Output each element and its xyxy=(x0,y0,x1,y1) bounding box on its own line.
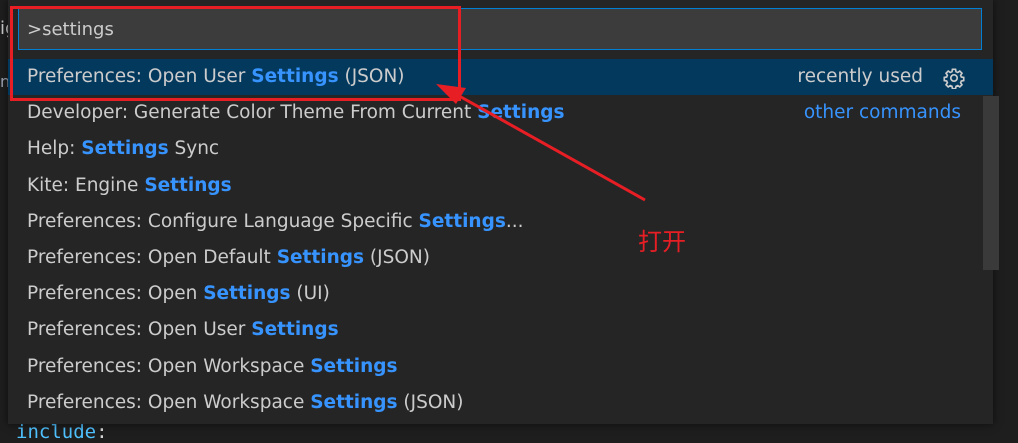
command-label: Preferences: Open User Settings xyxy=(27,312,339,348)
command-label-prefix: Developer: Generate Color Theme From Cur… xyxy=(27,102,478,124)
command-palette: Preferences: Open User Settings (JSON) r… xyxy=(8,0,999,424)
recently-used-label: recently used xyxy=(797,66,923,87)
command-label: Preferences: Configure Language Specific… xyxy=(27,204,524,240)
command-label-match: Settings xyxy=(310,355,398,377)
command-item[interactable]: Kite: Engine Settings xyxy=(8,168,993,204)
command-label: Help: Settings Sync xyxy=(27,131,219,167)
command-label-match: Settings xyxy=(81,138,169,160)
command-label: Preferences: Open Default Settings (JSON… xyxy=(27,240,430,276)
command-label-suffix: (JSON) xyxy=(397,391,464,413)
command-label: Preferences: Open Settings (UI) xyxy=(27,276,330,312)
command-palette-input[interactable] xyxy=(19,9,981,49)
command-label-prefix: Preferences: Open Workspace xyxy=(27,391,311,413)
command-item[interactable]: Preferences: Open Workspace Settings xyxy=(8,349,993,385)
command-label-prefix: Preferences: Configure Language Specific xyxy=(27,210,419,232)
code-line[interactable]: include: xyxy=(16,421,108,443)
command-label-match: Settings xyxy=(276,246,365,268)
other-commands-label: other commands xyxy=(803,102,961,124)
command-label-match: Settings xyxy=(203,283,291,305)
command-label-prefix: Kite: Engine xyxy=(27,174,145,196)
command-label-prefix: Preferences: Open Workspace xyxy=(27,355,311,377)
gear-icon[interactable] xyxy=(943,67,965,89)
command-item[interactable]: Preferences: Open User Settings xyxy=(8,312,993,348)
command-item[interactable]: Preferences: Open User Settings (JSON) r… xyxy=(8,59,993,96)
command-label-prefix: Help: xyxy=(27,138,82,160)
command-label: Developer: Generate Color Theme From Cur… xyxy=(27,95,565,131)
command-label: Preferences: Open Workspace Settings (JS… xyxy=(27,385,463,421)
command-label-match: Settings xyxy=(251,66,339,87)
command-item[interactable]: Developer: Generate Color Theme From Cur… xyxy=(8,95,993,131)
command-label-suffix: Sync xyxy=(168,138,220,160)
command-label-suffix: ... xyxy=(505,210,524,232)
annotation-label: 打开 xyxy=(638,228,686,256)
scrollbar-thumb[interactable] xyxy=(983,96,999,270)
command-item[interactable]: Preferences: Open Workspace Settings (JS… xyxy=(8,385,993,421)
command-label-match: Settings xyxy=(477,102,565,124)
command-item[interactable]: Preferences: Configure Language Specific… xyxy=(8,204,993,240)
command-item[interactable]: Help: Settings Sync xyxy=(8,131,993,167)
command-label-prefix: Preferences: Open xyxy=(27,283,204,305)
command-label-prefix: Preferences: Open Default xyxy=(27,246,277,268)
command-label-match: Settings xyxy=(251,319,339,341)
command-label-match: Settings xyxy=(144,174,232,196)
command-label-suffix: (JSON) xyxy=(338,66,405,87)
command-item[interactable]: Preferences: Open Default Settings (JSON… xyxy=(8,240,993,276)
command-label: Preferences: Open User Settings (JSON) xyxy=(27,59,405,95)
command-palette-input-box[interactable] xyxy=(18,8,982,50)
code-colon: : xyxy=(96,421,108,443)
command-label: Kite: Engine Settings xyxy=(27,168,232,204)
command-list: Preferences: Open User Settings (JSON) r… xyxy=(8,59,993,421)
command-label-suffix: (UI) xyxy=(290,283,330,305)
command-label-prefix: Preferences: Open User xyxy=(27,66,252,87)
command-label: Preferences: Open Workspace Settings xyxy=(27,349,398,385)
command-label-match: Settings xyxy=(418,210,506,232)
command-label-match: Settings xyxy=(310,391,398,413)
command-label-suffix: (JSON) xyxy=(364,246,430,268)
command-item[interactable]: Preferences: Open Settings (UI) xyxy=(8,276,993,312)
code-keyword: include xyxy=(16,421,97,443)
command-label-prefix: Preferences: Open User xyxy=(27,319,252,341)
